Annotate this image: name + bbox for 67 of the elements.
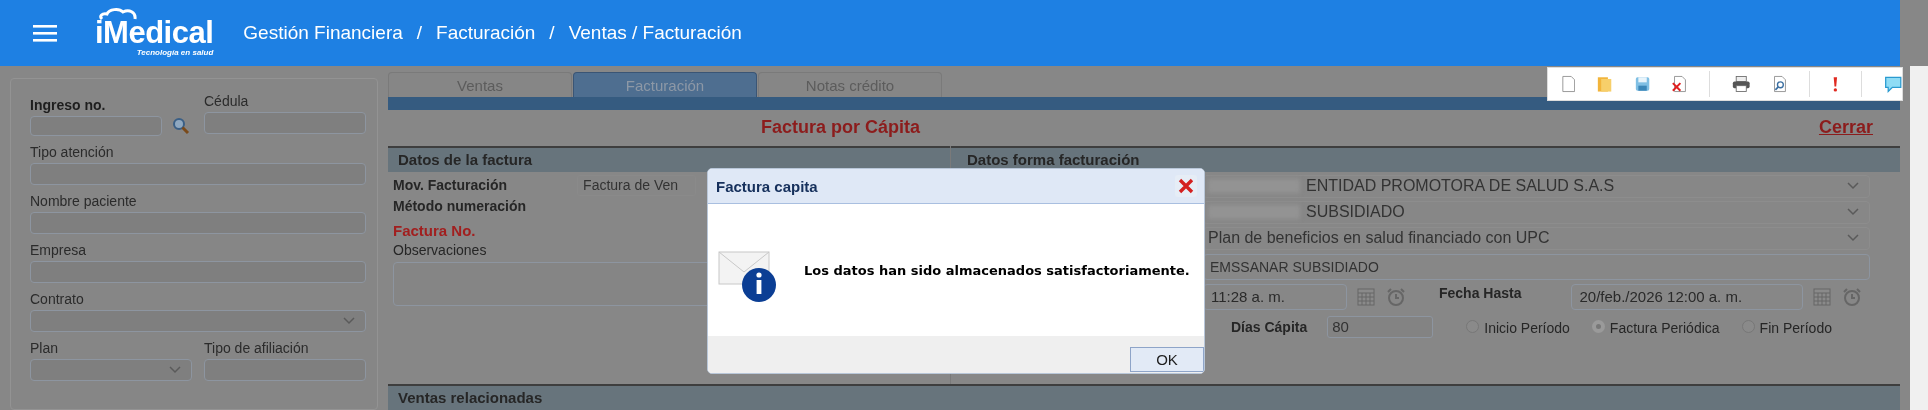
field-label: Ingreso no. (30, 97, 107, 113)
search-icon[interactable] (172, 117, 190, 135)
breadcrumb-item[interactable]: Ventas / Facturación (568, 22, 742, 44)
close-icon[interactable] (1175, 175, 1197, 197)
field-label: Tipo de afiliación (204, 340, 310, 356)
envelope-info-icon (718, 250, 778, 304)
form-title: Factura por Cápita (761, 117, 920, 138)
breadcrumb-item[interactable]: Gestión Financiera (243, 22, 403, 44)
field-label: Días Cápita (1231, 318, 1308, 335)
calendar-icon[interactable] (1357, 287, 1375, 306)
chevron-icon (343, 317, 355, 325)
section-header: Ventas relacionadas (388, 384, 1900, 410)
logo-tagline: Tecnología en salud (136, 48, 214, 58)
field-label: Empresa (30, 242, 88, 258)
date-field[interactable]: 20/feb./2026 12:00 a. m. (1571, 283, 1804, 310)
radio-button[interactable] (1591, 320, 1605, 334)
exclamation-icon[interactable] (1832, 74, 1839, 94)
field-label: Tipo atención (30, 144, 115, 160)
radio-label: Inicio Período (1484, 320, 1570, 337)
delete-document-icon[interactable] (1671, 74, 1687, 94)
field-label: Fecha Hasta (1439, 284, 1522, 301)
section-header: Datos forma facturación (951, 145, 1900, 172)
close-link[interactable]: Cerrar (1818, 117, 1873, 139)
breadcrumb-item[interactable]: Facturación (436, 22, 536, 44)
input-field[interactable] (204, 359, 366, 381)
cloud-icon (99, 8, 139, 20)
chevron-icon (1847, 182, 1859, 191)
logo-name: iMedical (95, 18, 214, 48)
input-field[interactable] (30, 261, 366, 283)
breadcrumb-separator: / (416, 22, 423, 44)
field-label: Plan (30, 340, 60, 356)
select-field[interactable] (30, 359, 192, 381)
menu-icon[interactable] (33, 24, 57, 42)
section-header: Datos de la factura (388, 145, 950, 172)
breadcrumb-separator: / (549, 22, 555, 44)
calendar-icon[interactable] (1813, 287, 1832, 306)
save-icon[interactable] (1634, 75, 1650, 93)
field-label: Contrato (30, 291, 85, 307)
dialog-message: Los datos han sido almacenados satisfactoriamente. (804, 262, 1190, 278)
input-field[interactable] (204, 112, 366, 134)
preview-icon[interactable] (1772, 74, 1788, 94)
field-label: Mov. Facturación (393, 177, 508, 194)
input-field: 80 (1327, 315, 1434, 338)
chevron-icon (1847, 208, 1859, 217)
chevron-icon (1847, 234, 1859, 243)
input-field[interactable] (30, 212, 366, 234)
chat-bubble-icon[interactable] (1883, 74, 1903, 94)
field-label: Observaciones (393, 241, 488, 258)
folder-icon[interactable] (1597, 74, 1613, 94)
dialog-title: Factura capita (716, 177, 818, 195)
radio-label: Factura Periódica (1609, 320, 1720, 337)
field-label: Factura No. (393, 221, 476, 239)
new-document-icon[interactable] (1562, 74, 1576, 94)
tab[interactable]: Facturación (573, 72, 757, 97)
chevron-icon (169, 366, 181, 374)
printer-icon[interactable] (1731, 74, 1751, 94)
input-field[interactable] (30, 163, 366, 185)
field-label: Cédula (204, 93, 250, 109)
select-field[interactable] (30, 310, 366, 332)
scrollbar[interactable] (1910, 66, 1928, 410)
ok-button[interactable]: OK (1130, 347, 1204, 372)
radio-label: Fin Período (1759, 320, 1832, 337)
alarm-clock-icon[interactable] (1386, 286, 1406, 307)
field-label: Nombre paciente (30, 193, 138, 209)
alarm-clock-icon[interactable] (1842, 286, 1863, 307)
field-label: Método numeración (393, 198, 526, 215)
input-field[interactable] (30, 116, 162, 136)
